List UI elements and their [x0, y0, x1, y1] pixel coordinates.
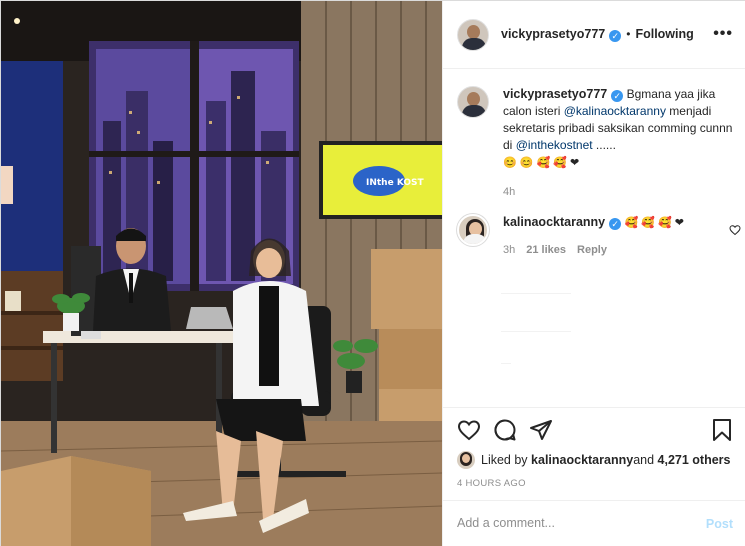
mention-link[interactable]: @kalinaocktaranny: [564, 104, 666, 118]
caption-body: vickyprasetyo777 ✓ Bgmana yaa jika calon …: [503, 86, 735, 198]
comment-text: kalinaocktaranny ✓ 🥰 🥰 🥰 ❤: [503, 214, 703, 232]
post-caption: vickyprasetyo777 ✓ Bgmana yaa jika calon …: [457, 86, 737, 198]
loading-placeholder-line: [501, 363, 511, 364]
bookmark-icon[interactable]: [710, 418, 734, 442]
header-text: vickyprasetyo777 ✓ • Following: [501, 27, 694, 42]
comment-timestamp[interactable]: 3h: [503, 244, 515, 256]
comment-body: kalinaocktaranny ✓ 🥰 🥰 🥰 ❤ 3h 21 likes Repl…: [503, 214, 723, 256]
add-comment-input[interactable]: [457, 516, 677, 530]
comment-likes[interactable]: 21 likes: [526, 244, 566, 256]
loading-placeholder-line: [501, 293, 571, 294]
following-button[interactable]: Following: [635, 27, 693, 41]
share-send-icon[interactable]: [529, 418, 553, 442]
caption-author-avatar[interactable]: [457, 86, 489, 118]
liked-by-prefix: Liked by: [481, 453, 528, 467]
post-timestamp[interactable]: 4 HOURS AGO: [457, 478, 526, 489]
liked-by-and: and: [633, 453, 655, 467]
author-avatar[interactable]: [457, 18, 489, 51]
verified-badge-icon: ✓: [609, 218, 622, 230]
commenter-avatar[interactable]: [457, 214, 489, 246]
loading-placeholder-line: [501, 331, 571, 332]
commenter-username[interactable]: kalinaocktaranny: [503, 215, 605, 229]
caption-text: vickyprasetyo777 ✓ Bgmana yaa jika calon …: [503, 86, 735, 172]
verified-badge-icon: ✓: [611, 90, 624, 102]
comment-emojis: 🥰 🥰 🥰 ❤: [624, 217, 684, 229]
comment-item: kalinaocktaranny ✓ 🥰 🥰 🥰 ❤ 3h 21 likes Repl…: [457, 214, 741, 256]
reply-button[interactable]: Reply: [577, 244, 607, 256]
mention-link[interactable]: @inthekostnet: [516, 138, 593, 152]
instagram-post-modal: INthe KOST vickyprasetyo777 ✓ • Followin…: [0, 0, 745, 546]
action-icons: [457, 418, 565, 442]
comment-like-heart-icon[interactable]: [729, 224, 741, 236]
like-heart-icon[interactable]: [457, 418, 481, 442]
caption-emojis: 😊 😊 🥰 🥰 ❤: [503, 157, 580, 169]
liked-by-row: Liked by kalinaocktaranny and 4,271 othe…: [457, 451, 731, 469]
post-comment-button[interactable]: Post: [706, 517, 733, 531]
liked-by-others[interactable]: 4,271 others: [658, 453, 731, 467]
caption-text-part: ......: [592, 138, 616, 152]
more-options-icon[interactable]: •••: [713, 25, 733, 43]
post-actions-section: Liked by kalinaocktaranny and 4,271 othe…: [443, 407, 745, 546]
liked-by-username[interactable]: kalinaocktaranny: [531, 453, 633, 467]
post-photo[interactable]: INthe KOST: [1, 1, 442, 546]
separator-dot: •: [626, 27, 631, 41]
caption-username[interactable]: vickyprasetyo777: [503, 87, 607, 101]
post-header: vickyprasetyo777 ✓ • Following •••: [443, 1, 745, 69]
liker-avatar[interactable]: [457, 451, 475, 469]
studio-scene-illustration: INthe KOST: [1, 1, 442, 546]
author-username[interactable]: vickyprasetyo777: [501, 27, 605, 41]
comment-meta: 3h 21 likes Reply: [503, 244, 723, 256]
tv-logo-text: INthe KOST: [366, 178, 425, 188]
caption-timestamp[interactable]: 4h: [503, 186, 735, 198]
post-details-panel: vickyprasetyo777 ✓ • Following ••• vickypra…: [442, 1, 745, 546]
add-comment-bar: Post: [443, 500, 745, 546]
verified-badge-icon: ✓: [609, 30, 622, 42]
comment-bubble-icon[interactable]: [493, 418, 517, 442]
